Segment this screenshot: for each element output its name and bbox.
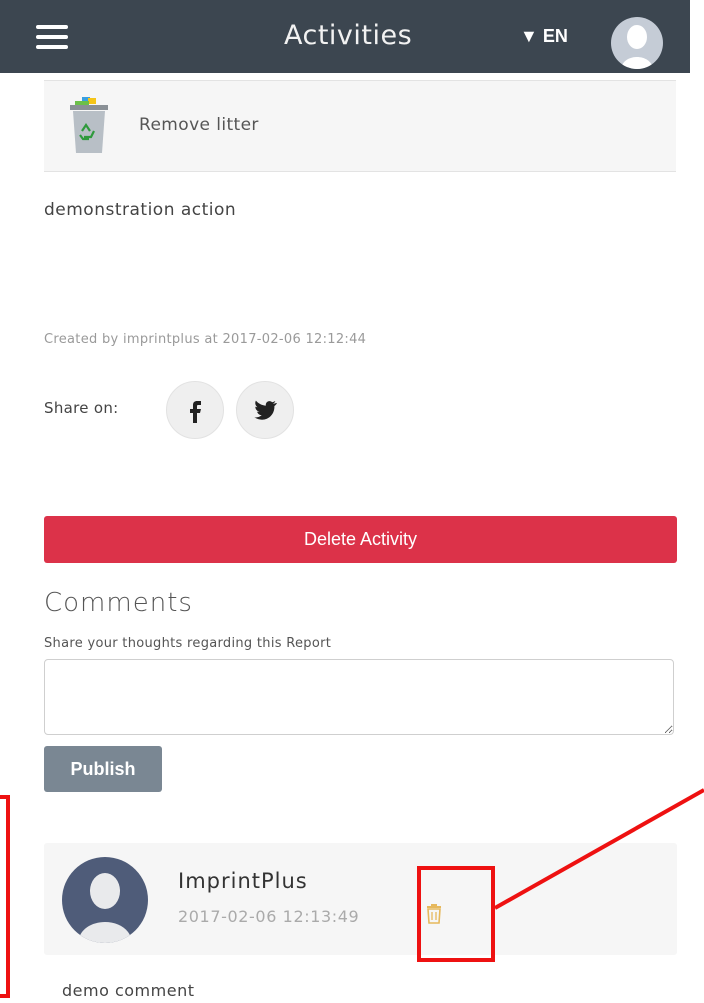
annotation-arrow-line xyxy=(494,788,704,910)
